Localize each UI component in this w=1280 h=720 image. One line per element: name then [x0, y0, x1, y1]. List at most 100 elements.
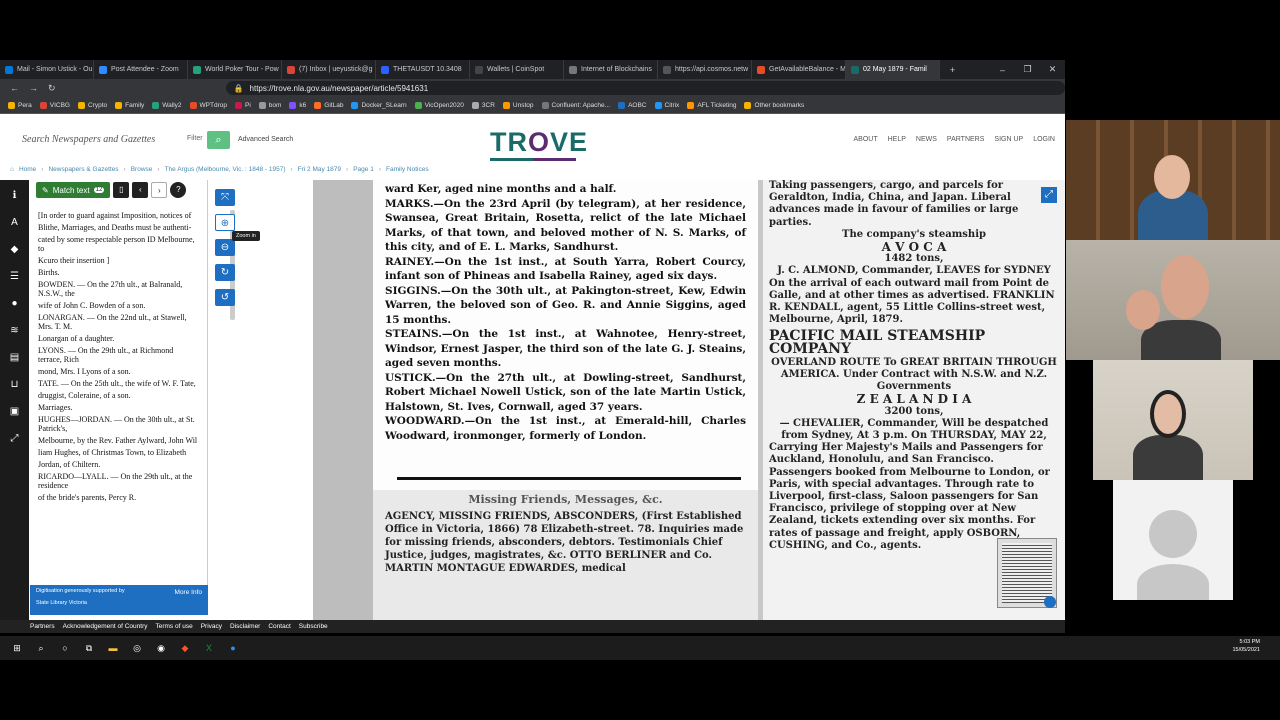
fit-icon[interactable]: ⤧: [215, 189, 235, 206]
thumbnail-toggle-icon[interactable]: [1044, 596, 1056, 608]
bookmark-item[interactable]: 3CR: [471, 101, 495, 109]
cart-icon[interactable]: ⊔: [0, 371, 29, 398]
minimize-icon[interactable]: –: [990, 65, 1015, 75]
list-icon[interactable]: ☰: [0, 263, 29, 290]
next-icon[interactable]: ›: [151, 182, 168, 198]
app-icon[interactable]: ◎: [130, 641, 144, 655]
info-icon[interactable]: ℹ: [0, 182, 29, 209]
help-icon[interactable]: ?: [170, 182, 187, 198]
breadcrumb-item[interactable]: The Argus (Melbourne, Vic. : 1848 - 1957…: [165, 166, 286, 173]
excel-icon[interactable]: X: [202, 641, 216, 655]
footer-link[interactable]: Terms of use: [155, 623, 192, 630]
browser-tab[interactable]: Mail - Simon Ustick - Ou: [0, 60, 94, 79]
footer-link[interactable]: Acknowledgement of Country: [63, 623, 148, 630]
bookmark-item[interactable]: Family: [115, 101, 144, 109]
bookmark-item[interactable]: AOBC: [618, 101, 647, 109]
footer-link[interactable]: Contact: [268, 623, 290, 630]
copy-icon[interactable]: ▯: [113, 182, 130, 198]
browser-tab[interactable]: THETAUSDT 10.3408: [376, 60, 470, 79]
breadcrumb-item[interactable]: Page 1: [353, 166, 374, 173]
nav-link-news[interactable]: NEWS: [916, 136, 937, 143]
breadcrumb-item[interactable]: Fri 2 May 1879: [298, 166, 341, 173]
search-button[interactable]: ⌕: [207, 131, 230, 149]
file-explorer-icon[interactable]: ▬: [106, 641, 120, 655]
bookmark-item[interactable]: Wally2: [152, 101, 182, 109]
nav-link-about[interactable]: ABOUT: [854, 136, 878, 143]
breadcrumb-item[interactable]: Home: [19, 166, 36, 173]
zoom-icon[interactable]: ●: [226, 641, 240, 655]
footer-link[interactable]: Subscribe: [299, 623, 328, 630]
newspaper-viewer[interactable]: ward Ker, aged nine months and a half. MA…: [313, 180, 1065, 620]
browser-tab[interactable]: 02 May 1879 - Famil: [846, 60, 940, 79]
footer-link[interactable]: Partners: [30, 623, 55, 630]
bookmark-item[interactable]: Crypto: [77, 101, 107, 109]
task-view-icon[interactable]: ⧉: [82, 641, 96, 655]
browser-tab[interactable]: GetAvailableBalance - M: [752, 60, 846, 79]
match-text-button[interactable]: ✎ Match text 12: [36, 182, 111, 198]
nav-link-partners[interactable]: PARTNERS: [947, 136, 984, 143]
browser-tab[interactable]: Post Attendee - Zoom: [94, 60, 188, 79]
search-input[interactable]: Search Newspapers and Gazettes: [22, 134, 155, 145]
bookmark-item[interactable]: k6: [289, 101, 306, 109]
home-icon[interactable]: ⌂: [10, 166, 14, 173]
bookmark-item[interactable]: Docker_SLearn: [351, 101, 407, 109]
bookmark-item[interactable]: VicOpen2020: [414, 101, 464, 109]
bookmark-item[interactable]: AFL Ticketing: [687, 101, 736, 109]
breadcrumb-item[interactable]: Browse: [131, 166, 153, 173]
breadcrumb-item[interactable]: Family Notices: [386, 166, 429, 173]
tab-label: World Poker Tour - Pow: [205, 66, 279, 73]
zoom-in-icon[interactable]: ⊕: [215, 214, 235, 231]
bookmark-item[interactable]: Other bookmarks: [744, 101, 804, 109]
back-icon[interactable]: ←: [10, 83, 19, 93]
browser-tab[interactable]: World Poker Tour - Pow: [188, 60, 282, 79]
search-icon[interactable]: ⌕: [34, 641, 48, 655]
prev-icon[interactable]: ‹: [132, 182, 149, 198]
tag-icon[interactable]: ◆: [0, 236, 29, 263]
bookmark-label: AOBC: [628, 101, 647, 109]
bookmark-item[interactable]: bom: [258, 101, 281, 109]
bookmark-item[interactable]: Citrix: [654, 101, 679, 109]
bookmark-item[interactable]: VICBG: [39, 101, 70, 109]
forward-icon[interactable]: →: [29, 83, 38, 93]
more-info-link[interactable]: More Info: [175, 589, 202, 596]
footer-link[interactable]: Disclaimer: [230, 623, 260, 630]
bookmark-item[interactable]: Confluent: Apache...: [541, 101, 610, 109]
windows-start-icon[interactable]: ⊞: [10, 641, 24, 655]
print-icon[interactable]: ▣: [0, 398, 29, 425]
reload-icon[interactable]: ↻: [48, 83, 56, 94]
filter-link[interactable]: Filter: [187, 135, 203, 142]
browser-tab[interactable]: Wallets | CoinSpot: [470, 60, 564, 79]
bookmark-item[interactable]: Pi: [234, 101, 251, 109]
browser-tab[interactable]: (7) Inbox | ueyustick@g: [282, 60, 376, 79]
comment-icon[interactable]: ●: [0, 290, 29, 317]
bookmark-item[interactable]: Unstop: [502, 101, 534, 109]
url-field[interactable]: 🔒 https://trove.nla.gov.au/newspaper/arti…: [225, 81, 1065, 95]
zoom-out-icon[interactable]: ⊖: [215, 239, 235, 256]
nav-link-sign-up[interactable]: SIGN UP: [994, 136, 1023, 143]
breadcrumb-item[interactable]: Newspapers & Gazettes: [48, 166, 118, 173]
document-icon[interactable]: ▤: [0, 344, 29, 371]
bookmark-item[interactable]: Pera: [8, 101, 32, 109]
nav-link-login[interactable]: LOGIN: [1033, 136, 1055, 143]
bookmark-item[interactable]: GitLab: [314, 101, 343, 109]
fullscreen-icon[interactable]: ⤢: [1041, 187, 1057, 203]
trove-logo[interactable]: TROVE: [490, 127, 588, 158]
bookmark-item[interactable]: WPTdrop: [189, 101, 227, 109]
rotate-icon[interactable]: ↻: [215, 264, 235, 281]
brave-icon[interactable]: ◆: [178, 641, 192, 655]
app-icon-2[interactable]: ◉: [154, 641, 168, 655]
advanced-search-link[interactable]: Advanced Search: [238, 136, 293, 143]
layers-icon[interactable]: ≋: [0, 317, 29, 344]
close-icon[interactable]: ✕: [1040, 64, 1065, 75]
cortana-icon[interactable]: ○: [58, 641, 72, 655]
browser-tab[interactable]: Internet of Blockchains: [564, 60, 658, 79]
share-icon[interactable]: ⤢: [0, 425, 29, 452]
maximize-icon[interactable]: ❐: [1015, 64, 1040, 75]
footer-link[interactable]: Privacy: [201, 623, 222, 630]
tab-label: 02 May 1879 - Famil: [863, 66, 927, 73]
reset-icon[interactable]: ↺: [215, 289, 235, 306]
text-icon[interactable]: A: [0, 209, 29, 236]
new-tab-icon[interactable]: +: [940, 65, 965, 75]
nav-link-help[interactable]: HELP: [888, 136, 906, 143]
browser-tab[interactable]: https://api.cosmos.netw: [658, 60, 752, 79]
